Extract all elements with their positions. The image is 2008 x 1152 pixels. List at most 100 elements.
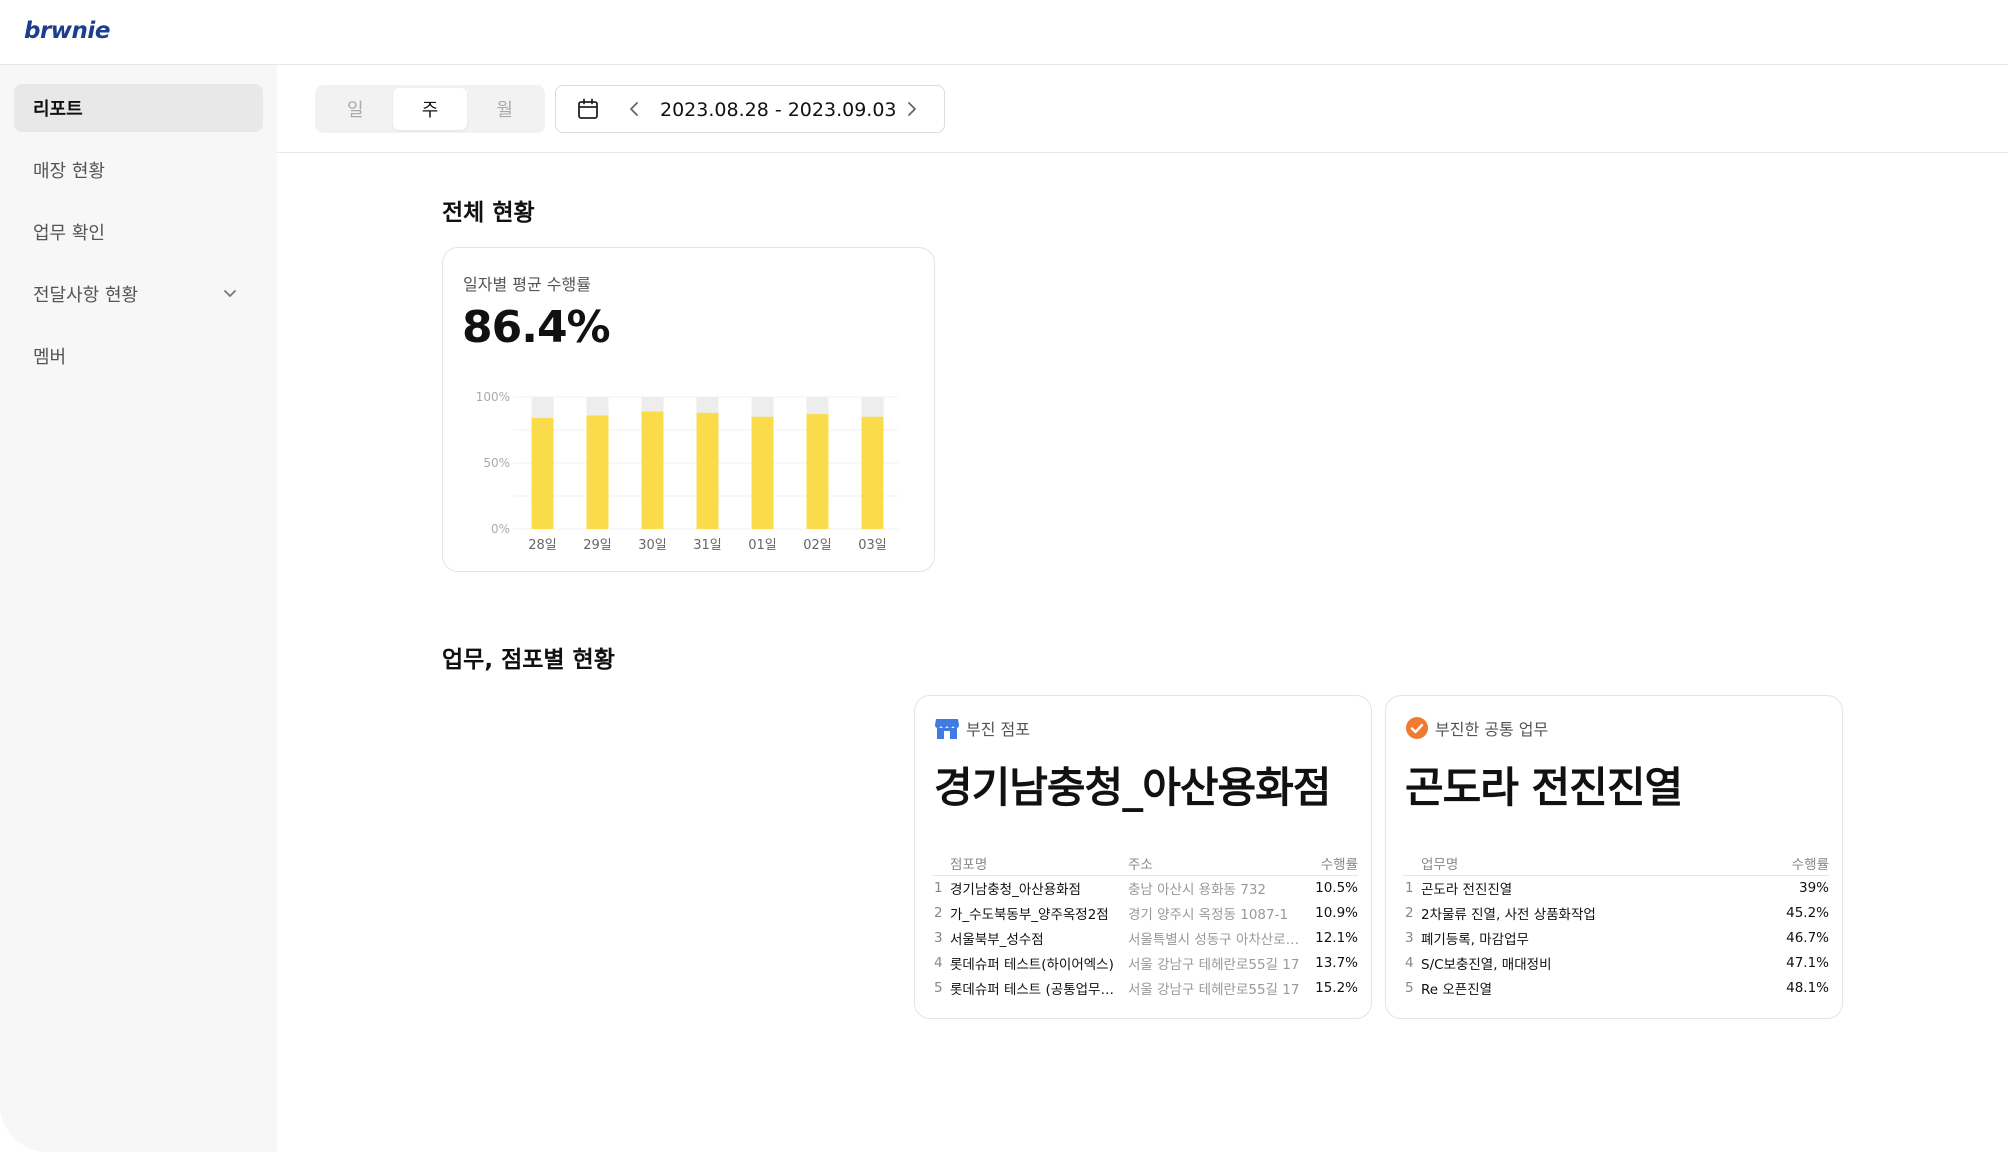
store-address: 충남 아산시 용화동 732 [1128,881,1267,898]
table-header-row: 점포명 주소 수행률 [932,851,1358,876]
task-name: 2차물류 진열, 사전 상품화작업 [1421,906,1596,923]
bar[interactable] [861,416,884,529]
rate-header: 수행률 [1312,851,1358,876]
sidebar-item-label: 전달사항 현황 [33,285,139,306]
table-row[interactable]: 5 롯데슈퍼 테스트 (공통업무… 서울 강남구 테헤란로55길 17 15.2… [932,975,1358,1000]
sidebar-item-label: 업무 확인 [33,223,105,244]
row-index: 3 [1405,929,1414,946]
bar[interactable] [586,415,609,529]
tasks-table: 업무명 수행률 1 곤도라 전진진열 39% 2 2차물류 진열, 사전 상품화… [1403,851,1829,1000]
sidebar-item-report[interactable]: 리포트 [14,84,263,132]
task-name: S/C보충진열, 매대정비 [1421,956,1552,973]
store-icon [935,719,959,739]
store-name: 가_수도북동부_양주옥정2점 [950,906,1109,923]
table-row[interactable]: 4 S/C보충진열, 매대정비 47.1% [1403,950,1829,975]
store-rate: 15.2% [1315,979,1358,996]
top-header: brwnie [0,0,2008,65]
calendar-icon[interactable] [576,97,600,121]
task-name: 폐기등록, 마감업무 [1421,931,1529,948]
sidebar: 리포트 매장 현황 업무 확인 전달사항 현황 멤버 [0,65,277,1152]
row-index: 3 [934,929,943,946]
store-address: 서울특별시 성동구 아차산로… [1128,931,1300,948]
x-tick-label: 02일 [803,538,832,553]
stores-table: 점포명 주소 수행률 1 경기남충청_아산용화점 충남 아산시 용화동 732 … [932,851,1358,1000]
row-index: 2 [934,904,943,921]
tasks-card-header: 부진한 공통 업무 [1405,716,1548,740]
row-index: 2 [1405,904,1414,921]
table-row[interactable]: 3 폐기등록, 마감업무 46.7% [1403,925,1829,950]
store-rate: 10.5% [1315,879,1358,896]
row-index: 1 [1405,879,1414,896]
store-name: 경기남충청_아산용화점 [950,881,1081,898]
rate-header: 수행률 [1761,851,1829,876]
table-row[interactable]: 2 가_수도북동부_양주옥정2점 경기 양주시 옥정동 1087-1 10.9% [932,900,1358,925]
row-index: 5 [934,979,943,996]
bar[interactable] [751,416,774,529]
table-row[interactable]: 3 서울북부_성수점 서울특별시 성동구 아차산로… 12.1% [932,925,1358,950]
underperforming-stores-card: 부진 점포 경기남충청_아산용화점 점포명 주소 수행률 1 경기남충청_아산용… [914,695,1372,1019]
store-address: 서울 강남구 테헤란로55길 17 [1128,981,1300,998]
sidebar-item-notice-status[interactable]: 전달사항 현황 [14,270,263,318]
store-name: 서울북부_성수점 [950,931,1044,948]
date-range-text: 2023.08.28 - 2023.09.03 [660,99,897,121]
chevron-left-icon[interactable] [624,99,644,119]
period-week-button[interactable]: 주 [392,88,468,130]
y-tick-label: 50% [483,456,510,470]
store-rate: 12.1% [1315,929,1358,946]
sidebar-item-store-status[interactable]: 매장 현황 [14,146,263,194]
store-address: 경기 양주시 옥정동 1087-1 [1128,906,1289,923]
y-tick-label: 100% [476,390,510,404]
y-tick-label: 0% [491,522,510,536]
row-index: 4 [934,954,943,971]
row-index: 4 [1405,954,1414,971]
sidebar-item-members[interactable]: 멤버 [14,332,263,380]
sidebar-item-label: 매장 현황 [33,161,105,182]
chevron-right-icon[interactable] [902,99,922,119]
sidebar-item-task-check[interactable]: 업무 확인 [14,208,263,256]
bar[interactable] [641,411,664,529]
brand-logo[interactable]: brwnie [24,18,110,44]
x-tick-label: 01일 [748,538,777,553]
stores-card-label: 부진 점포 [966,720,1030,739]
sidebar-item-label: 멤버 [33,347,67,368]
bar[interactable] [806,414,829,529]
brand-logo-text: brwnie [24,18,110,44]
table-row[interactable]: 2 2차물류 진열, 사전 상품화작업 45.2% [1403,900,1829,925]
table-row[interactable]: 5 Re 오픈진열 48.1% [1403,975,1829,1000]
filter-bar: 일 주 월 2023.08.28 - 2023.09.03 [277,65,2008,153]
task-name: Re 오픈진열 [1421,981,1493,998]
store-rate: 10.9% [1315,904,1358,921]
row-index: 1 [934,879,943,896]
date-range-picker[interactable]: 2023.08.28 - 2023.09.03 [555,85,945,133]
stores-card-header: 부진 점포 [934,716,1030,740]
row-index: 5 [1405,979,1414,996]
table-row[interactable]: 1 곤도라 전진진열 39% [1403,875,1829,900]
table-row[interactable]: 1 경기남충청_아산용화점 충남 아산시 용화동 732 10.5% [932,875,1358,900]
worst-store-name: 경기남충청_아산용화점 [934,763,1331,812]
table-header-row: 업무명 수행률 [1403,851,1829,876]
task-rate: 45.2% [1786,904,1829,921]
store-rate: 13.7% [1315,954,1358,971]
index-header [932,851,950,876]
check-circle-icon [1406,717,1428,739]
table-row[interactable]: 4 롯데슈퍼 테스트(하이어엑스) 서울 강남구 테헤란로55길 17 13.7… [932,950,1358,975]
x-tick-label: 30일 [638,538,667,553]
store-name: 롯데슈퍼 테스트(하이어엑스) [950,956,1114,973]
period-month-button[interactable]: 월 [467,88,542,130]
period-toggle: 일 주 월 [315,85,545,133]
bar[interactable] [531,418,554,529]
underperforming-tasks-card: 부진한 공통 업무 곤도라 전진진열 업무명 수행률 1 곤도라 전진진열 39… [1385,695,1843,1019]
tasks-card-label: 부진한 공통 업무 [1435,720,1549,739]
store-name: 롯데슈퍼 테스트 (공통업무… [950,981,1114,998]
task-rate: 46.7% [1786,929,1829,946]
bar[interactable] [696,412,719,529]
address-header: 주소 [1128,851,1312,876]
index-header [1403,851,1421,876]
task-rate: 39% [1798,879,1829,896]
worst-task-name: 곤도라 전진진열 [1405,763,1683,812]
task-rate: 48.1% [1786,979,1829,996]
x-tick-label: 03일 [858,538,887,553]
sidebar-item-label: 리포트 [33,99,83,120]
store-name-header: 점포명 [950,851,1128,876]
period-day-button[interactable]: 일 [318,88,393,130]
